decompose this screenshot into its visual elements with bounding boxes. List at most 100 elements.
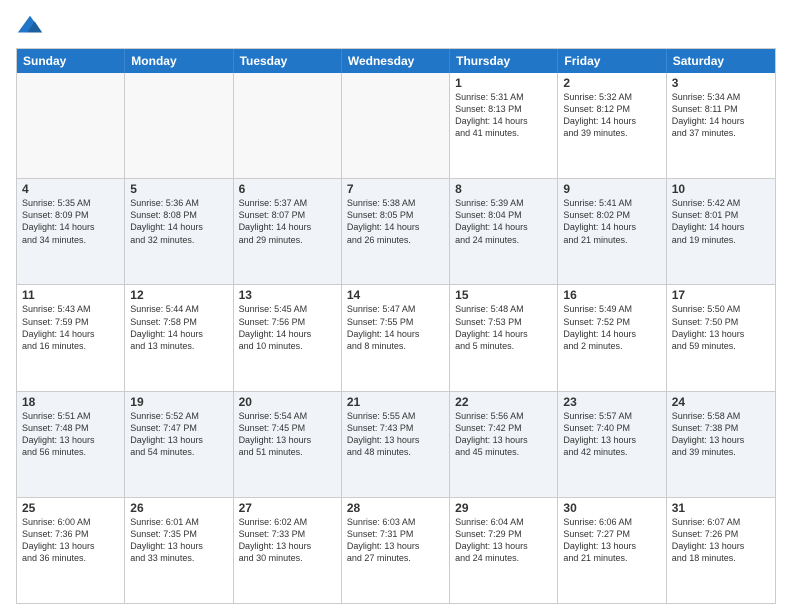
day-detail: Sunrise: 6:00 AM Sunset: 7:36 PM Dayligh… (22, 516, 119, 565)
logo-icon (16, 12, 44, 40)
day-cell-8: 8Sunrise: 5:39 AM Sunset: 8:04 PM Daylig… (450, 179, 558, 284)
day-cell-31: 31Sunrise: 6:07 AM Sunset: 7:26 PM Dayli… (667, 498, 775, 603)
day-cell-4: 4Sunrise: 5:35 AM Sunset: 8:09 PM Daylig… (17, 179, 125, 284)
day-detail: Sunrise: 5:38 AM Sunset: 8:05 PM Dayligh… (347, 197, 444, 246)
header-day-tuesday: Tuesday (234, 49, 342, 73)
calendar-row-1: 1Sunrise: 5:31 AM Sunset: 8:13 PM Daylig… (17, 73, 775, 178)
day-detail: Sunrise: 5:39 AM Sunset: 8:04 PM Dayligh… (455, 197, 552, 246)
day-cell-26: 26Sunrise: 6:01 AM Sunset: 7:35 PM Dayli… (125, 498, 233, 603)
day-number: 14 (347, 288, 444, 302)
day-number: 18 (22, 395, 119, 409)
day-detail: Sunrise: 5:44 AM Sunset: 7:58 PM Dayligh… (130, 303, 227, 352)
day-detail: Sunrise: 5:36 AM Sunset: 8:08 PM Dayligh… (130, 197, 227, 246)
day-cell-30: 30Sunrise: 6:06 AM Sunset: 7:27 PM Dayli… (558, 498, 666, 603)
day-number: 7 (347, 182, 444, 196)
day-number: 27 (239, 501, 336, 515)
day-detail: Sunrise: 6:01 AM Sunset: 7:35 PM Dayligh… (130, 516, 227, 565)
day-number: 8 (455, 182, 552, 196)
day-cell-27: 27Sunrise: 6:02 AM Sunset: 7:33 PM Dayli… (234, 498, 342, 603)
day-cell-18: 18Sunrise: 5:51 AM Sunset: 7:48 PM Dayli… (17, 392, 125, 497)
day-number: 21 (347, 395, 444, 409)
day-detail: Sunrise: 5:55 AM Sunset: 7:43 PM Dayligh… (347, 410, 444, 459)
day-detail: Sunrise: 5:43 AM Sunset: 7:59 PM Dayligh… (22, 303, 119, 352)
day-number: 15 (455, 288, 552, 302)
day-number: 3 (672, 76, 770, 90)
day-number: 13 (239, 288, 336, 302)
header-day-wednesday: Wednesday (342, 49, 450, 73)
day-number: 28 (347, 501, 444, 515)
day-detail: Sunrise: 6:07 AM Sunset: 7:26 PM Dayligh… (672, 516, 770, 565)
day-cell-11: 11Sunrise: 5:43 AM Sunset: 7:59 PM Dayli… (17, 285, 125, 390)
day-detail: Sunrise: 6:06 AM Sunset: 7:27 PM Dayligh… (563, 516, 660, 565)
day-number: 26 (130, 501, 227, 515)
day-detail: Sunrise: 5:48 AM Sunset: 7:53 PM Dayligh… (455, 303, 552, 352)
day-detail: Sunrise: 5:57 AM Sunset: 7:40 PM Dayligh… (563, 410, 660, 459)
day-detail: Sunrise: 5:56 AM Sunset: 7:42 PM Dayligh… (455, 410, 552, 459)
page: SundayMondayTuesdayWednesdayThursdayFrid… (0, 0, 792, 612)
day-cell-29: 29Sunrise: 6:04 AM Sunset: 7:29 PM Dayli… (450, 498, 558, 603)
calendar: SundayMondayTuesdayWednesdayThursdayFrid… (16, 48, 776, 604)
day-cell-15: 15Sunrise: 5:48 AM Sunset: 7:53 PM Dayli… (450, 285, 558, 390)
day-cell-6: 6Sunrise: 5:37 AM Sunset: 8:07 PM Daylig… (234, 179, 342, 284)
day-number: 9 (563, 182, 660, 196)
day-cell-9: 9Sunrise: 5:41 AM Sunset: 8:02 PM Daylig… (558, 179, 666, 284)
day-number: 11 (22, 288, 119, 302)
calendar-row-3: 11Sunrise: 5:43 AM Sunset: 7:59 PM Dayli… (17, 284, 775, 390)
day-number: 25 (22, 501, 119, 515)
day-cell-28: 28Sunrise: 6:03 AM Sunset: 7:31 PM Dayli… (342, 498, 450, 603)
day-number: 5 (130, 182, 227, 196)
day-number: 19 (130, 395, 227, 409)
day-detail: Sunrise: 5:41 AM Sunset: 8:02 PM Dayligh… (563, 197, 660, 246)
day-cell-22: 22Sunrise: 5:56 AM Sunset: 7:42 PM Dayli… (450, 392, 558, 497)
day-cell-7: 7Sunrise: 5:38 AM Sunset: 8:05 PM Daylig… (342, 179, 450, 284)
day-cell-25: 25Sunrise: 6:00 AM Sunset: 7:36 PM Dayli… (17, 498, 125, 603)
day-cell-3: 3Sunrise: 5:34 AM Sunset: 8:11 PM Daylig… (667, 73, 775, 178)
day-number: 16 (563, 288, 660, 302)
day-cell-1: 1Sunrise: 5:31 AM Sunset: 8:13 PM Daylig… (450, 73, 558, 178)
day-cell-12: 12Sunrise: 5:44 AM Sunset: 7:58 PM Dayli… (125, 285, 233, 390)
logo (16, 12, 48, 40)
empty-cell (342, 73, 450, 178)
header-day-friday: Friday (558, 49, 666, 73)
day-cell-14: 14Sunrise: 5:47 AM Sunset: 7:55 PM Dayli… (342, 285, 450, 390)
day-cell-2: 2Sunrise: 5:32 AM Sunset: 8:12 PM Daylig… (558, 73, 666, 178)
day-cell-23: 23Sunrise: 5:57 AM Sunset: 7:40 PM Dayli… (558, 392, 666, 497)
day-number: 6 (239, 182, 336, 196)
day-number: 12 (130, 288, 227, 302)
day-number: 4 (22, 182, 119, 196)
day-detail: Sunrise: 5:37 AM Sunset: 8:07 PM Dayligh… (239, 197, 336, 246)
day-cell-10: 10Sunrise: 5:42 AM Sunset: 8:01 PM Dayli… (667, 179, 775, 284)
empty-cell (234, 73, 342, 178)
calendar-body: 1Sunrise: 5:31 AM Sunset: 8:13 PM Daylig… (17, 73, 775, 603)
day-cell-5: 5Sunrise: 5:36 AM Sunset: 8:08 PM Daylig… (125, 179, 233, 284)
day-detail: Sunrise: 6:02 AM Sunset: 7:33 PM Dayligh… (239, 516, 336, 565)
day-cell-19: 19Sunrise: 5:52 AM Sunset: 7:47 PM Dayli… (125, 392, 233, 497)
day-detail: Sunrise: 5:42 AM Sunset: 8:01 PM Dayligh… (672, 197, 770, 246)
header-day-saturday: Saturday (667, 49, 775, 73)
top-section (16, 12, 776, 40)
day-cell-21: 21Sunrise: 5:55 AM Sunset: 7:43 PM Dayli… (342, 392, 450, 497)
calendar-row-5: 25Sunrise: 6:00 AM Sunset: 7:36 PM Dayli… (17, 497, 775, 603)
day-detail: Sunrise: 6:03 AM Sunset: 7:31 PM Dayligh… (347, 516, 444, 565)
day-number: 29 (455, 501, 552, 515)
day-number: 31 (672, 501, 770, 515)
day-cell-16: 16Sunrise: 5:49 AM Sunset: 7:52 PM Dayli… (558, 285, 666, 390)
day-detail: Sunrise: 5:50 AM Sunset: 7:50 PM Dayligh… (672, 303, 770, 352)
day-detail: Sunrise: 5:35 AM Sunset: 8:09 PM Dayligh… (22, 197, 119, 246)
day-number: 22 (455, 395, 552, 409)
day-detail: Sunrise: 5:49 AM Sunset: 7:52 PM Dayligh… (563, 303, 660, 352)
day-detail: Sunrise: 5:47 AM Sunset: 7:55 PM Dayligh… (347, 303, 444, 352)
day-detail: Sunrise: 5:45 AM Sunset: 7:56 PM Dayligh… (239, 303, 336, 352)
day-detail: Sunrise: 5:54 AM Sunset: 7:45 PM Dayligh… (239, 410, 336, 459)
day-detail: Sunrise: 5:52 AM Sunset: 7:47 PM Dayligh… (130, 410, 227, 459)
calendar-row-2: 4Sunrise: 5:35 AM Sunset: 8:09 PM Daylig… (17, 178, 775, 284)
day-number: 24 (672, 395, 770, 409)
day-detail: Sunrise: 5:31 AM Sunset: 8:13 PM Dayligh… (455, 91, 552, 140)
empty-cell (17, 73, 125, 178)
day-detail: Sunrise: 5:58 AM Sunset: 7:38 PM Dayligh… (672, 410, 770, 459)
day-number: 20 (239, 395, 336, 409)
day-detail: Sunrise: 6:04 AM Sunset: 7:29 PM Dayligh… (455, 516, 552, 565)
day-number: 17 (672, 288, 770, 302)
day-detail: Sunrise: 5:34 AM Sunset: 8:11 PM Dayligh… (672, 91, 770, 140)
day-cell-24: 24Sunrise: 5:58 AM Sunset: 7:38 PM Dayli… (667, 392, 775, 497)
